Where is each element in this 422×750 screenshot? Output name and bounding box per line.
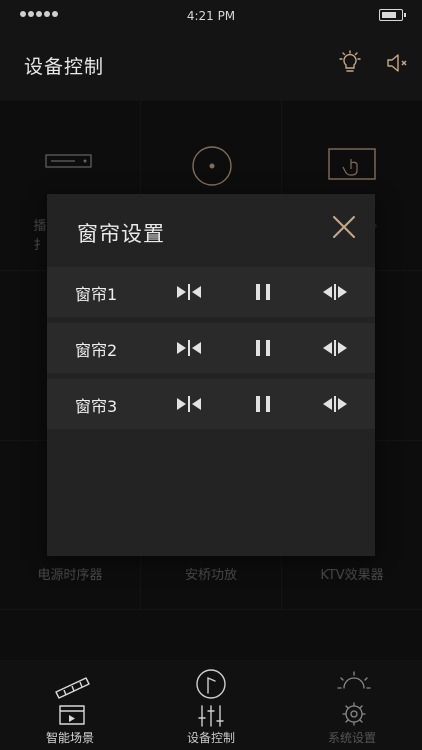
scene-clapper-icon <box>55 677 90 725</box>
curtain-close-button[interactable] <box>173 389 205 419</box>
curtain-row: 窗帘2 <box>47 323 375 373</box>
nav-label: 智能场景 <box>45 731 94 745</box>
curtain-pause-button[interactable] <box>247 333 279 363</box>
speaker-icon[interactable] <box>382 48 412 78</box>
bottom-navigation: 智能场景 设备控制 系统设置 <box>0 660 422 750</box>
curtain-open-button[interactable] <box>319 277 351 307</box>
curtain-row: 窗帘1 <box>47 267 375 317</box>
curtain-name: 窗帘1 <box>75 285 118 304</box>
curtain-settings-dialog: 窗帘设置 窗帘1 窗帘2 窗帘3 <box>47 194 375 556</box>
device-control-icon <box>196 669 226 727</box>
curtain-row: 窗帘3 <box>47 379 375 429</box>
status-bar: 4:21 PM <box>0 0 422 30</box>
tab-system-settings[interactable]: 系统设置 <box>282 660 422 750</box>
curtain-close-button[interactable] <box>173 333 205 363</box>
curtain-open-button[interactable] <box>319 333 351 363</box>
curtain-pause-button[interactable] <box>247 277 279 307</box>
tab-device-control[interactable]: 设备控制 <box>141 660 281 750</box>
status-time: 4:21 PM <box>186 9 236 23</box>
header: 设备控制 <box>0 30 422 100</box>
curtain-pause-button[interactable] <box>247 389 279 419</box>
dialog-title: 窗帘设置 <box>77 222 165 246</box>
close-icon[interactable] <box>329 212 359 242</box>
settings-gear-icon <box>337 671 371 726</box>
curtain-open-button[interactable] <box>319 389 351 419</box>
nav-label: 系统设置 <box>327 731 376 745</box>
curtain-close-button[interactable] <box>173 277 205 307</box>
curtain-name: 窗帘3 <box>75 397 118 416</box>
nav-label: 设备控制 <box>186 731 235 745</box>
page-title: 设备控制 <box>24 56 105 78</box>
battery-icon <box>379 9 406 21</box>
lightbulb-icon[interactable] <box>335 48 365 78</box>
curtain-name: 窗帘2 <box>75 341 118 360</box>
tab-smart-scenes[interactable]: 智能场景 <box>0 660 140 750</box>
